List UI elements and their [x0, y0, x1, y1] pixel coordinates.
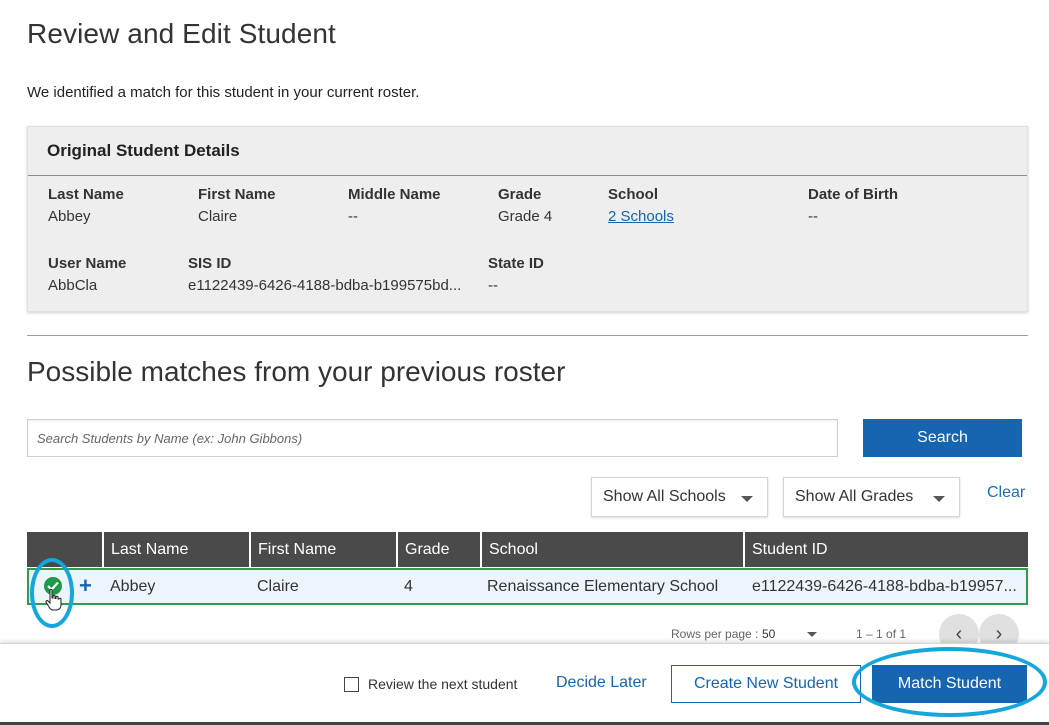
hand-pointer-icon	[45, 588, 62, 611]
field-label: First Name	[198, 186, 276, 203]
page-range: 1 – 1 of 1	[856, 627, 907, 641]
column-header-student-id[interactable]: Student ID	[743, 532, 1028, 567]
field-value: e1122439-6426-4188-bdba-b199575bd...	[188, 277, 462, 294]
decide-later-link[interactable]: Decide Later	[556, 674, 647, 692]
table-row[interactable]: + Abbey Claire 4 Renaissance Elementary …	[27, 568, 1028, 605]
highlight-ring-match	[852, 647, 1047, 717]
school-filter-select[interactable]: Show All Schools	[591, 477, 768, 517]
field-value: --	[488, 277, 498, 294]
match-intro-text: We identified a match for this student i…	[27, 84, 420, 101]
search-button[interactable]: Search	[863, 419, 1022, 457]
review-next-label: Review the next student	[368, 676, 518, 692]
grade-filter-value: Show All Grades	[795, 488, 914, 505]
field-label: Grade	[498, 186, 542, 203]
chevron-down-icon	[933, 496, 945, 502]
schools-link[interactable]: 2 Schools	[608, 208, 674, 225]
field-state-id: State ID --	[488, 255, 544, 294]
field-label: Last Name	[48, 186, 124, 203]
field-first-name: First Name Claire	[198, 186, 276, 225]
chevron-down-icon	[741, 496, 753, 502]
cell-grade: 4	[404, 578, 413, 595]
original-details-heading: Original Student Details	[28, 127, 1027, 176]
student-search-input[interactable]	[27, 419, 838, 457]
column-header-school[interactable]: School	[480, 532, 743, 567]
field-label: Date of Birth	[808, 186, 898, 203]
page-title: Review and Edit Student	[27, 18, 336, 49]
original-student-details-card: Original Student Details Last Name Abbey…	[27, 126, 1028, 312]
field-label: SIS ID	[188, 255, 232, 272]
cell-student-id: e1122439-6426-4188-bdba-b19957...	[752, 578, 1017, 595]
field-grade: Grade Grade 4	[498, 186, 552, 225]
create-new-student-button[interactable]: Create New Student	[671, 665, 861, 703]
cell-school: Renaissance Elementary School	[487, 578, 719, 595]
clear-filters-link[interactable]: Clear	[987, 484, 1025, 502]
field-value: --	[348, 208, 358, 225]
cell-last-name: Abbey	[110, 578, 156, 595]
field-value: Grade 4	[498, 208, 553, 225]
field-label: State ID	[488, 255, 544, 272]
field-value: Abbey	[48, 208, 91, 225]
field-value: AbbCla	[48, 277, 98, 294]
section-divider	[27, 335, 1028, 336]
column-header-first-name[interactable]: First Name	[249, 532, 396, 567]
field-date-of-birth: Date of Birth --	[808, 186, 898, 225]
field-label: User Name	[48, 255, 127, 272]
field-user-name: User Name AbbCla	[48, 255, 126, 294]
field-last-name: Last Name Abbey	[48, 186, 124, 225]
cell-first-name: Claire	[257, 578, 299, 595]
plus-icon[interactable]: +	[79, 573, 92, 599]
matches-table-header: Last Name First Name Grade School Studen…	[27, 532, 1028, 567]
field-label: Middle Name	[348, 186, 441, 203]
column-header-last-name[interactable]: Last Name	[102, 532, 249, 567]
rows-per-page-value: 50	[762, 627, 776, 641]
rows-per-page-select[interactable]: 50	[762, 627, 817, 641]
chevron-down-icon	[807, 632, 817, 637]
field-label: School	[608, 186, 659, 203]
field-middle-name: Middle Name --	[348, 186, 441, 225]
school-filter-value: Show All Schools	[603, 488, 726, 505]
grade-filter-select[interactable]: Show All Grades	[783, 477, 960, 517]
column-header-grade[interactable]: Grade	[396, 532, 480, 567]
field-school: School 2 Schools	[608, 186, 674, 225]
review-next-checkbox[interactable]	[344, 677, 359, 692]
matches-heading: Possible matches from your previous rost…	[27, 356, 566, 387]
field-sis-id: SIS ID e1122439-6426-4188-bdba-b199575bd…	[188, 255, 480, 294]
field-value: --	[808, 208, 818, 225]
field-value: Claire	[198, 208, 238, 225]
rows-per-page-label: Rows per page :	[671, 627, 759, 641]
